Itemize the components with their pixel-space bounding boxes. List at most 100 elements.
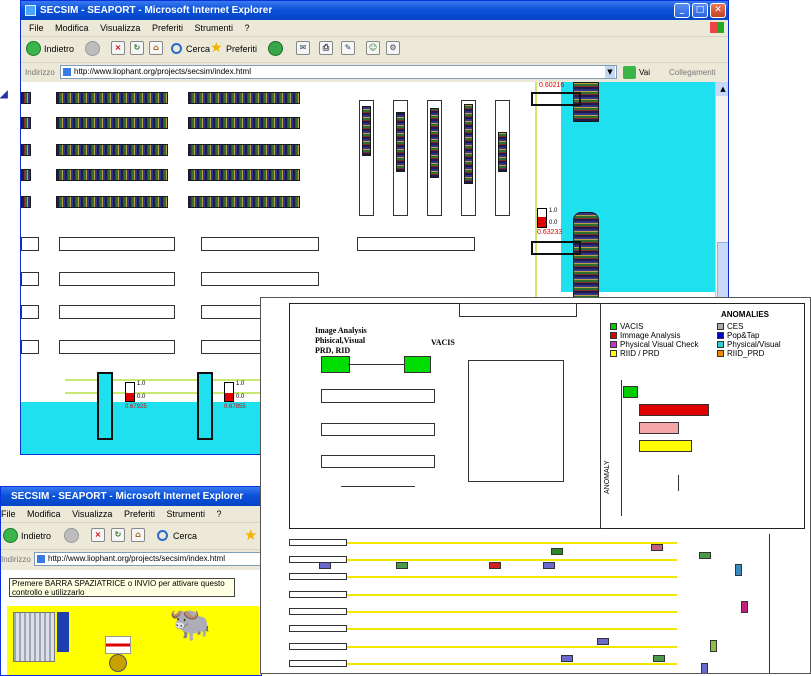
gate-gauge-2-value: 0.67855 [224,404,246,410]
heading-vacis: VACIS [431,338,455,347]
menu-visualizza[interactable]: Visualizza [72,509,112,519]
menu-modifica[interactable]: Modifica [27,509,61,519]
gate-gauge-1-min: 0.0 [137,394,146,400]
home-icon[interactable]: ⌂ [149,41,163,55]
address-input[interactable]: http://www.liophant.org/projects/secsim/… [60,65,617,79]
search-button-label[interactable]: Cerca [186,44,210,54]
menu-preferiti[interactable]: Preferiti [124,509,155,519]
favorites-button-label[interactable]: Preferiti [226,44,257,54]
minimize-button[interactable]: _ [674,3,690,18]
container-stack [56,92,168,104]
truck [543,562,555,569]
legend-swatch [610,341,617,348]
menu-file[interactable]: File [1,509,16,519]
menu-file[interactable]: File [29,23,44,33]
window-title: SECSIM - SEAPORT - Microsoft Internet Ex… [40,5,273,16]
mail-icon[interactable]: ✉ [296,41,310,55]
favorites-star-icon[interactable]: ★ [210,40,223,56]
menu-bar: File Modifica Visualizza Preferiti Strum… [21,20,728,37]
inspection-lane [321,389,435,403]
crane-box [531,92,581,106]
back-arrow-icon[interactable] [26,41,41,56]
parking-lane [59,237,175,251]
parking-lane [21,272,39,286]
menu-help[interactable]: ? [245,23,250,33]
edit-icon[interactable]: ✎ [341,41,355,55]
truck [597,638,609,645]
heading-image-analysis: Image Analysis Phisical,Visual PRD, RID [315,326,367,355]
address-input[interactable]: http://www.liophant.org/projects/secsim/… [34,552,261,566]
print-icon[interactable]: ⎙ [319,41,333,55]
dropdown-arrow-icon[interactable]: ▼ [605,66,615,78]
readout-2: 0.63233 [537,229,563,236]
search-icon[interactable] [157,530,168,541]
legend-swatch [610,323,617,330]
page-edge-decoration: ◢ [0,89,8,100]
truck-lane-start [289,643,347,650]
truck-lane [347,628,677,630]
back-arrow-icon[interactable] [3,528,18,543]
vacis-scanner-right [404,356,431,373]
favorites-star-icon[interactable]: ★ [244,526,257,544]
crane-box [531,241,581,255]
menu-strumenti[interactable]: Strumenti [194,23,233,33]
tools-icon[interactable]: ⚙ [386,41,400,55]
parking-lane [59,305,175,319]
container-stack [56,169,168,181]
menu-preferiti[interactable]: Preferiti [152,23,183,33]
search-button-label[interactable]: Cerca [173,531,197,541]
truck-lane [347,542,677,544]
legend-ces: CES [717,322,743,331]
parking-lane [59,340,175,354]
search-icon[interactable] [171,43,182,54]
menu-visualizza[interactable]: Visualizza [100,23,140,33]
menu-help[interactable]: ? [217,509,222,519]
refresh-icon[interactable]: ↻ [111,528,125,542]
address-label: Indirizzo [1,555,31,564]
truck-lane-start [289,556,347,563]
container-column [430,108,439,178]
flash-banner[interactable]: 🐃 [7,604,259,675]
forward-arrow-icon[interactable] [85,41,100,56]
anomaly-bar [639,404,709,416]
window-title-bar[interactable]: SECSIM - SEAPORT - Microsoft Internet Ex… [1,487,261,506]
parking-lane [59,272,175,286]
menu-modifica[interactable]: Modifica [55,23,89,33]
parking-lane [21,237,39,251]
menu-strumenti[interactable]: Strumenti [166,509,205,519]
container-stack [56,144,168,156]
inspection-lane [321,455,435,468]
scroll-up-arrow-icon[interactable]: ▲ [716,82,728,96]
forward-arrow-icon[interactable] [64,528,79,543]
legend-swatch [610,350,617,357]
container-stack [188,169,300,181]
inspection-lane [321,423,435,436]
back-button-label[interactable]: Indietro [44,44,74,54]
go-arrow-icon[interactable] [623,66,636,79]
refresh-icon[interactable]: ↻ [130,41,144,55]
stop-icon[interactable]: × [91,528,105,542]
anomalies-title: ANOMALIES [721,310,769,319]
truck [319,562,331,569]
legend-swatch [610,332,617,339]
close-button[interactable]: ✕ [710,3,726,18]
gauge-max: 1.0 [549,208,558,214]
maximize-button[interactable]: □ [692,3,708,18]
back-button-label[interactable]: Indietro [21,531,51,541]
links-label[interactable]: Collegamenti [669,63,716,82]
address-label: Indirizzo [25,68,55,77]
legend-vacis: VACIS [610,322,643,331]
go-button[interactable]: Vai [639,63,650,82]
window-title-bar[interactable]: SECSIM - SEAPORT - Microsoft Internet Ex… [21,1,728,20]
stop-icon[interactable]: × [111,41,125,55]
container-stack [188,92,300,104]
lion-logo-icon: 🐃 [169,604,212,644]
history-icon[interactable] [268,41,283,56]
scan-connector [348,364,404,365]
container-column [498,132,507,172]
gate-slot [459,303,577,317]
anomaly-axis-label: ANOMALY [604,460,611,494]
home-icon[interactable]: ⌂ [131,528,145,542]
ie-icon [25,5,36,16]
messenger-icon[interactable]: ☺ [366,41,380,55]
